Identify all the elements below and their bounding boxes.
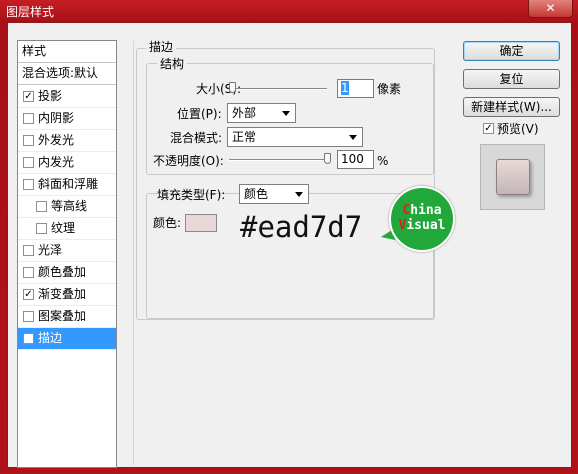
close-button[interactable]: ✕ — [528, 0, 573, 18]
position-label: 位置(P): — [177, 107, 222, 121]
styles-header[interactable]: 样式 — [18, 41, 116, 63]
size-slider-thumb[interactable] — [229, 82, 236, 93]
sidebar-item-label: 内发光 — [38, 155, 75, 169]
sidebar-item-inner-shadow[interactable]: 内阴影 — [18, 108, 116, 130]
size-input[interactable]: 1 — [337, 79, 374, 98]
sidebar-item-bevel-emboss[interactable]: 斜面和浮雕 — [18, 174, 116, 196]
styles-list: 样式 混合选项:默认 ✓ 投影 内阴影 外发光 内发光 斜面和浮雕 等高线 纹理… — [17, 40, 117, 468]
blend-options-item[interactable]: 混合选项:默认 — [18, 63, 116, 85]
blend-mode-label: 混合模式: — [170, 131, 223, 145]
sidebar-item-contour[interactable]: 等高线 — [18, 196, 116, 218]
sidebar-item-label: 斜面和浮雕 — [38, 177, 99, 191]
sidebar-item-label: 描边 — [38, 331, 63, 345]
chevron-down-icon — [295, 192, 303, 197]
opacity-slider-thumb[interactable] — [324, 153, 331, 164]
color-label: 颜色: — [153, 216, 182, 230]
chevron-down-icon — [349, 135, 357, 140]
sidebar-item-color-overlay[interactable]: 颜色叠加 — [18, 262, 116, 284]
styles-header-label: 样式 — [22, 44, 47, 58]
sidebar-item-label: 等高线 — [51, 199, 88, 213]
sidebar-item-label: 投影 — [38, 89, 63, 103]
inner-glow-checkbox[interactable] — [23, 157, 34, 168]
size-value: 1 — [341, 81, 349, 95]
new-style-button[interactable]: 新建样式(W)... — [463, 97, 560, 117]
fill-type-select[interactable]: 颜色 — [239, 184, 309, 204]
opacity-slider[interactable] — [229, 159, 331, 161]
position-select[interactable]: 外部 — [227, 103, 296, 123]
opacity-unit: % — [377, 154, 389, 168]
sidebar-item-inner-glow[interactable]: 内发光 — [18, 152, 116, 174]
sidebar-item-label: 光泽 — [38, 243, 63, 257]
color-swatch[interactable] — [185, 214, 217, 232]
opacity-value: 100 — [341, 152, 364, 166]
reset-button[interactable]: 复位 — [463, 69, 560, 89]
blend-mode-select[interactable]: 正常 — [227, 127, 363, 147]
outer-glow-checkbox[interactable] — [23, 135, 34, 146]
sidebar-item-label: 颜色叠加 — [38, 265, 87, 279]
inner-shadow-checkbox[interactable] — [23, 113, 34, 124]
blend-mode-value: 正常 — [232, 130, 257, 144]
texture-checkbox[interactable] — [36, 223, 47, 234]
gradient-overlay-checkbox[interactable]: ✓ — [23, 289, 34, 300]
opacity-label: 不透明度(O): — [153, 154, 224, 168]
layer-style-dialog: 图层样式 ✕ 样式 混合选项:默认 ✓ 投影 内阴影 外发光 内发光 斜面和浮雕… — [0, 0, 578, 474]
fill-type-value: 颜色 — [244, 187, 269, 201]
blend-options-label: 混合选项:默认 — [22, 66, 99, 80]
satin-checkbox[interactable] — [23, 245, 34, 256]
structure-title: 结构 — [157, 57, 188, 71]
dialog-client-area: 样式 混合选项:默认 ✓ 投影 内阴影 外发光 内发光 斜面和浮雕 等高线 纹理… — [7, 22, 572, 468]
sidebar-item-stroke[interactable]: ✓ 描边 — [18, 328, 116, 350]
china-visual-logo: China Visual — [389, 186, 455, 252]
color-hex-annotation: #ead7d7 — [240, 210, 363, 244]
chevron-down-icon — [282, 111, 290, 116]
sidebar-item-outer-glow[interactable]: 外发光 — [18, 130, 116, 152]
pattern-overlay-checkbox[interactable] — [23, 311, 34, 322]
sidebar-item-drop-shadow[interactable]: ✓ 投影 — [18, 86, 116, 108]
stroke-section-title: 描边 — [146, 40, 177, 54]
color-overlay-checkbox[interactable] — [23, 267, 34, 278]
sidebar-item-label: 图案叠加 — [38, 309, 87, 323]
window-title: 图层样式 — [6, 5, 55, 19]
drop-shadow-checkbox[interactable]: ✓ — [23, 91, 34, 102]
contour-checkbox[interactable] — [36, 201, 47, 212]
sidebar-item-label: 外发光 — [38, 133, 75, 147]
sidebar-item-texture[interactable]: 纹理 — [18, 218, 116, 240]
fill-type-label: 填充类型(F): — [157, 188, 226, 202]
panel-divider — [133, 41, 134, 465]
title-bar[interactable]: 图层样式 ✕ — [0, 0, 578, 22]
size-slider[interactable] — [229, 88, 327, 90]
stroke-checkbox[interactable]: ✓ — [23, 333, 34, 344]
opacity-input[interactable]: 100 — [337, 150, 374, 169]
sidebar-item-label: 渐变叠加 — [38, 287, 87, 301]
preview-swatch — [496, 159, 530, 195]
watermark-line1: China — [402, 203, 442, 218]
bevel-emboss-checkbox[interactable] — [23, 179, 34, 190]
size-unit: 像素 — [377, 82, 402, 96]
sidebar-item-label: 纹理 — [51, 221, 76, 235]
style-preview — [480, 144, 545, 210]
preview-checkbox[interactable]: ✓ — [483, 123, 494, 134]
ok-button[interactable]: 确定 — [463, 41, 560, 61]
watermark-line2: Visual — [398, 218, 446, 233]
preview-label: 预览(V) — [497, 122, 539, 136]
sidebar-item-gradient-overlay[interactable]: ✓ 渐变叠加 — [18, 284, 116, 306]
position-value: 外部 — [232, 106, 257, 120]
sidebar-item-satin[interactable]: 光泽 — [18, 240, 116, 262]
sidebar-item-label: 内阴影 — [38, 111, 75, 125]
sidebar-item-pattern-overlay[interactable]: 图案叠加 — [18, 306, 116, 328]
